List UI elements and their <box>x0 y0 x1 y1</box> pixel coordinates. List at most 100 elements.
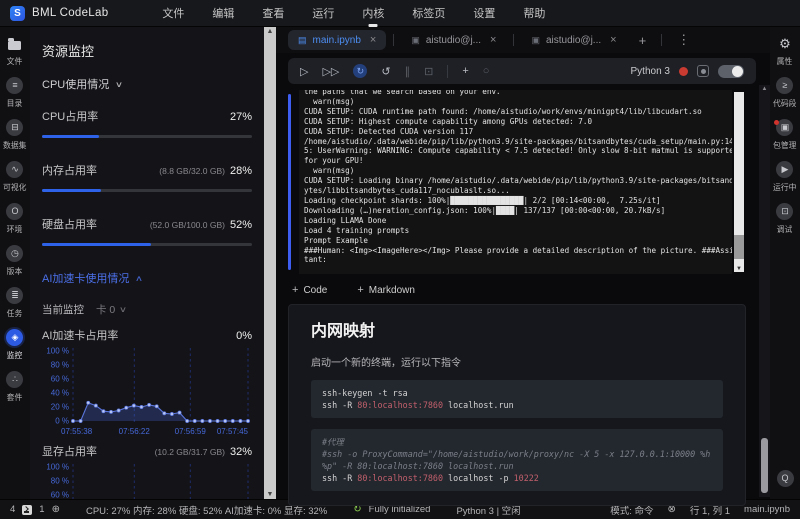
vram-row: 显存占用率 (10.2 GB/31.7 GB) 32% <box>42 443 252 459</box>
add-cell-button[interactable]: + <box>462 65 468 77</box>
left-rail-item-6[interactable]: ≣ 任务 <box>6 287 24 319</box>
menu-item-7[interactable]: 帮助 <box>509 0 559 27</box>
metric-detail: (8.8 GB/32.0 GB) <box>159 166 225 176</box>
menu-item-2[interactable]: 查看 <box>248 0 298 27</box>
rail-item-label: 目录 <box>7 98 23 108</box>
right-rail-item-1[interactable]: ≥ 代码段 <box>772 77 798 109</box>
card-select-dropdown[interactable]: 卡 0 ∨ <box>96 302 127 317</box>
code-block-2: #代理 #ssh -o ProxyCommand="/home/aistudio/… <box>311 429 723 491</box>
collapse-output-icon[interactable] <box>697 65 709 77</box>
mode-toggle[interactable] <box>718 64 744 78</box>
menu-item-1[interactable]: 编辑 <box>198 0 248 27</box>
notebook-scrollbar[interactable]: ▲ <box>759 85 770 497</box>
code-line: #代理 <box>322 437 344 447</box>
terminal-count[interactable]: 4 <box>10 504 15 515</box>
metric-progressbar-fill <box>42 135 99 138</box>
cpu-section-header[interactable]: CPU使用情况 ∨ <box>42 76 252 92</box>
terminal-icon[interactable] <box>22 504 33 515</box>
tab-1[interactable]: ▣ aistudio@j... × <box>401 30 506 50</box>
left-rail-item-4[interactable]: O 环境 <box>6 203 24 235</box>
menu-item-4[interactable]: 内核 <box>348 0 398 27</box>
metric-row-2: 硬盘占用率 (52.0 GB/100.0 GB) 52% <box>42 216 252 232</box>
panel-scrollbar[interactable]: ▲ ▼ <box>264 27 276 499</box>
console-line: for your GPU! <box>304 156 364 166</box>
console-line: Prompt Example <box>304 235 369 245</box>
scroll-down-icon[interactable]: ▼ <box>734 266 744 272</box>
add-markdown-button[interactable]: + Markdown <box>357 284 415 296</box>
restart-kernel-button[interactable]: ↻ <box>353 64 368 78</box>
add-code-button[interactable]: + Code <box>292 284 327 296</box>
menu-item-0[interactable]: 文件 <box>148 0 198 27</box>
rail-item-label: 文件 <box>7 56 23 66</box>
suite-icon: ∴ <box>6 371 24 388</box>
viz-icon: ∿ <box>6 161 24 178</box>
console-line: ytes/libbitsandbytes_cuda117_nocublaslt.… <box>304 186 510 196</box>
new-tab-button[interactable]: + <box>631 33 655 48</box>
svg-text:07:55:38: 07:55:38 <box>61 427 93 436</box>
right-rail-item-3[interactable]: ▶ 运行中 <box>772 161 798 193</box>
code-line: ssh -R 80:localhost:7860 localhost -p 10… <box>322 473 539 483</box>
kernel-icon[interactable]: ⊕ <box>52 504 60 515</box>
left-rail-item-2[interactable]: ⊟ 数据集 <box>2 119 28 151</box>
restart-icon: ↻ <box>353 64 368 78</box>
output-scrollbar[interactable]: ▼ <box>734 92 744 272</box>
tab-label: main.ipynb <box>312 34 361 46</box>
save-button[interactable]: ⊡ <box>424 65 433 78</box>
folder-shape <box>8 38 22 50</box>
menu-item-3[interactable]: 运行 <box>298 0 348 27</box>
kernel-name[interactable]: Python 3 <box>631 66 670 77</box>
ai-section-header[interactable]: AI加速卡使用情况 ∧ <box>42 270 252 286</box>
cell-selection-bar[interactable] <box>288 94 291 270</box>
refresh-icon: ↺ <box>381 65 391 78</box>
right-rail-item-4[interactable]: ⊡ 调试 <box>776 203 794 235</box>
tab-0[interactable]: ▤ main.ipynb × <box>288 30 387 50</box>
kernel-busy-icon <box>679 66 688 76</box>
output-scrollbar-thumb[interactable] <box>734 235 744 259</box>
svg-text:0 %: 0 % <box>55 417 69 426</box>
left-rail-item-3[interactable]: ∿ 可视化 <box>2 161 28 193</box>
tab-more-button[interactable]: ⋮ <box>669 32 698 48</box>
menu-item-5[interactable]: 标签页 <box>398 0 459 27</box>
left-rail-item-7[interactable]: ◈ 监控 <box>6 329 24 361</box>
svg-text:07:56:59: 07:56:59 <box>175 427 207 436</box>
interrupt-button[interactable]: ∥ <box>405 65 411 78</box>
scroll-down-icon[interactable]: ▼ <box>264 491 276 498</box>
left-rail-item-5[interactable]: ◷ 版本 <box>6 245 24 277</box>
menu-item-6[interactable]: 设置 <box>459 0 509 27</box>
scroll-up-icon[interactable]: ▲ <box>759 86 770 92</box>
toolbar-right: Python 3 <box>631 64 744 78</box>
close-icon[interactable]: × <box>610 34 616 46</box>
run-all-button[interactable]: ▷▷ <box>322 65 339 78</box>
console-line: CUDA SETUP: Highest compute capability a… <box>304 116 593 126</box>
code-line: #ssh -o ProxyCommand="/home/aistudio/wor… <box>322 449 711 471</box>
left-rail-item-1[interactable]: ≡ 目录 <box>6 77 24 109</box>
resource-monitor-panel: 资源监控 CPU使用情况 ∨ CPU占用率 27% 内存占用率 (8.8 GB/32.… <box>30 27 264 499</box>
markdown-cell[interactable]: 内网映射 启动一个新的终端，运行以下指令 ssh-keygen -t rsa ss… <box>288 304 746 506</box>
folder-icon <box>6 35 23 52</box>
rail-item-label: 属性 <box>777 56 793 66</box>
tab-2[interactable]: ▣ aistudio@j... × <box>521 30 626 50</box>
notebook-area: ▤ main.ipynb × ▣ aistudio@j... × ▣ aistudio@j..… <box>276 27 770 506</box>
right-rail-item-2[interactable]: ▣ 包管理 <box>772 119 798 151</box>
kernel-count[interactable]: 1 <box>39 504 44 515</box>
close-icon[interactable]: × <box>490 34 496 46</box>
toolbar-buttons: ▷ ▷▷ ↻ ↺ ∥ ⊡ + ○ <box>300 64 489 78</box>
left-rail-item-0[interactable]: 文件 <box>6 35 23 67</box>
record-button[interactable]: ○ <box>483 65 490 77</box>
ai-usage-row: AI加速卡占用率 0% <box>42 327 252 343</box>
right-rail-item-0[interactable]: ⚙ 属性 <box>776 35 793 67</box>
run-cell-button[interactable]: ▷ <box>300 65 308 78</box>
left-rail-item-8[interactable]: ∴ 套件 <box>6 371 24 403</box>
notification-badge <box>774 120 780 125</box>
dataset-icon: ⊟ <box>6 119 24 136</box>
right-rail-bottom-button[interactable]: Q <box>776 470 794 487</box>
notebook-scrollbar-thumb[interactable] <box>761 438 768 493</box>
console-line: Loading LLAMA Done <box>304 215 387 225</box>
notebook-toolbar: ▷ ▷▷ ↻ ↺ ∥ ⊡ + ○ Python 3 <box>288 58 756 84</box>
console-line: 5: UserWarning: WARNING: Compute capabil… <box>304 146 732 156</box>
close-icon[interactable]: × <box>370 34 376 46</box>
refresh-button[interactable]: ↺ <box>381 65 390 78</box>
markdown-paragraph: 启动一个新的终端，运行以下指令 <box>311 358 461 369</box>
scroll-up-icon[interactable]: ▲ <box>264 28 276 35</box>
ai-usage-chart: 100 % 80 % 60 % 40 % 20 % 0 % 07:55:38 07:56:22… <box>42 345 252 437</box>
